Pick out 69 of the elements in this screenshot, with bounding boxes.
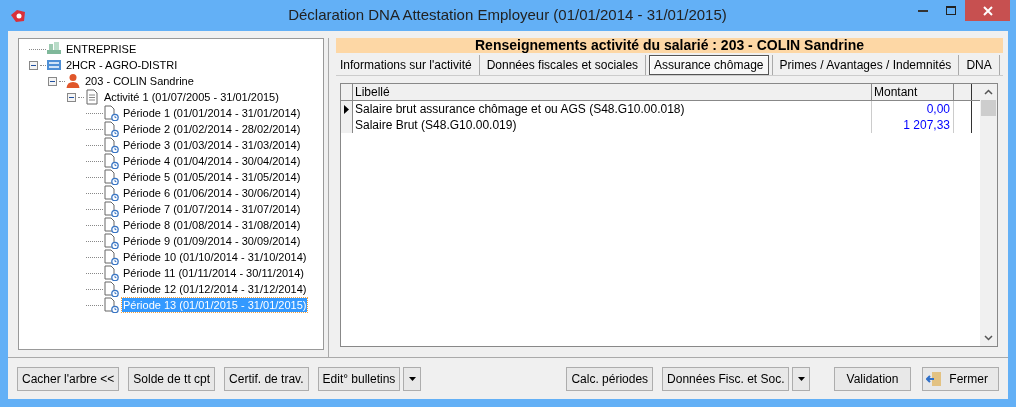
document-clock-icon xyxy=(103,153,119,169)
collapse-toggle[interactable] xyxy=(29,60,38,70)
tree-item[interactable]: Période 7 (01/07/2014 - 31/07/2014) xyxy=(122,202,302,216)
tree-item[interactable]: Période 10 (01/10/2014 - 31/10/2014) xyxy=(122,250,308,264)
scroll-up-icon[interactable] xyxy=(984,89,993,95)
action-button[interactable]: Validation xyxy=(834,366,911,391)
tab[interactable]: Primes / Avantages / Indemnités xyxy=(775,54,956,75)
tab[interactable]: Informations sur l'activité xyxy=(336,54,476,75)
tree-item[interactable]: Période 11 (01/11/2014 - 30/11/2014) xyxy=(122,266,306,280)
column-header[interactable]: Libellé xyxy=(353,84,872,100)
tree-item[interactable]: Période 12 (01/12/2014 - 31/12/2014) xyxy=(122,282,308,296)
scrollbar[interactable] xyxy=(980,84,997,346)
close-icon xyxy=(982,5,993,16)
document-clock-icon xyxy=(103,185,119,201)
minimize-icon xyxy=(918,9,928,12)
action-button[interactable]: Certif. de trav. xyxy=(224,366,309,391)
tab[interactable]: DNA xyxy=(962,54,996,75)
column-header[interactable]: Montant xyxy=(872,84,954,100)
tab[interactable]: Assurance chômage xyxy=(649,54,769,75)
company-icon xyxy=(46,41,62,57)
row-pointer-icon xyxy=(344,104,349,114)
document-clock-icon xyxy=(103,265,119,281)
action-button[interactable]: Edit° bulletins xyxy=(317,366,401,391)
tab[interactable]: Données fiscales et sociales xyxy=(482,54,643,75)
collapse-toggle[interactable] xyxy=(48,76,57,86)
tree-item[interactable]: Période 8 (01/08/2014 - 31/08/2014) xyxy=(122,218,302,232)
action-button[interactable]: Données Fisc. et Soc. xyxy=(662,366,790,391)
tree-item[interactable]: Période 4 (01/04/2014 - 30/04/2014) xyxy=(122,154,302,168)
action-button[interactable]: Calc. périodes xyxy=(566,366,654,391)
document-clock-icon xyxy=(103,137,119,153)
document-clock-icon xyxy=(103,121,119,137)
tree-item[interactable]: Période 6 (01/06/2014 - 30/06/2014) xyxy=(122,186,302,200)
tree-item[interactable]: ENTREPRISE xyxy=(65,42,138,56)
document-clock-icon xyxy=(103,105,119,121)
person-icon xyxy=(65,73,81,89)
document-clock-icon xyxy=(103,297,119,313)
tree-item[interactable]: 203 - COLIN Sandrine xyxy=(84,74,195,88)
document-clock-icon xyxy=(103,233,119,249)
tree-item[interactable]: Période 9 (01/09/2014 - 30/09/2014) xyxy=(122,234,302,248)
document-clock-icon xyxy=(103,281,119,297)
action-button[interactable]: Cacher l'arbre << xyxy=(17,366,120,391)
document-clock-icon xyxy=(103,217,119,233)
scroll-thumb[interactable] xyxy=(981,100,996,116)
document-clock-icon xyxy=(103,249,119,265)
caret-icon xyxy=(798,376,805,381)
document-clock-icon xyxy=(103,201,119,217)
dropdown-button[interactable] xyxy=(792,366,811,391)
app-logo-icon xyxy=(10,8,26,23)
tree-item[interactable]: Période 1 (01/01/2014 - 31/01/2014) xyxy=(122,106,302,120)
exit-door-icon xyxy=(926,370,942,387)
window-title: Déclaration DNA Attestation Employeur (01/01/2014 - 31/01/2015) xyxy=(287,5,728,26)
panel-header: Renseignements activité du salarié : 203 - COLIN Sandrine xyxy=(336,38,1003,53)
maximize-icon xyxy=(946,6,956,15)
tree-item[interactable]: Période 2 (01/02/2014 - 28/02/2014) xyxy=(122,122,302,136)
document-icon xyxy=(84,89,100,105)
close-button[interactable] xyxy=(965,0,1010,21)
collapse-toggle[interactable] xyxy=(67,92,76,102)
scroll-down-icon[interactable] xyxy=(984,335,993,341)
tree-item[interactable]: 2HCR - AGRO-DISTRI xyxy=(65,58,179,72)
tree-item[interactable]: Période 3 (01/03/2014 - 31/03/2014) xyxy=(122,138,302,152)
tree-item[interactable]: Activité 1 (01/07/2005 - 31/01/2015) xyxy=(103,90,280,104)
tree-item[interactable]: Période 5 (01/05/2014 - 31/05/2014) xyxy=(122,170,302,184)
close-button[interactable]: Fermer xyxy=(922,366,999,391)
row-selector[interactable] xyxy=(341,101,353,117)
document-clock-icon xyxy=(103,169,119,185)
dropdown-button[interactable] xyxy=(403,366,422,391)
caret-icon xyxy=(408,376,416,381)
building-icon xyxy=(46,57,62,73)
action-button[interactable]: Solde de tt cpt xyxy=(128,366,216,391)
